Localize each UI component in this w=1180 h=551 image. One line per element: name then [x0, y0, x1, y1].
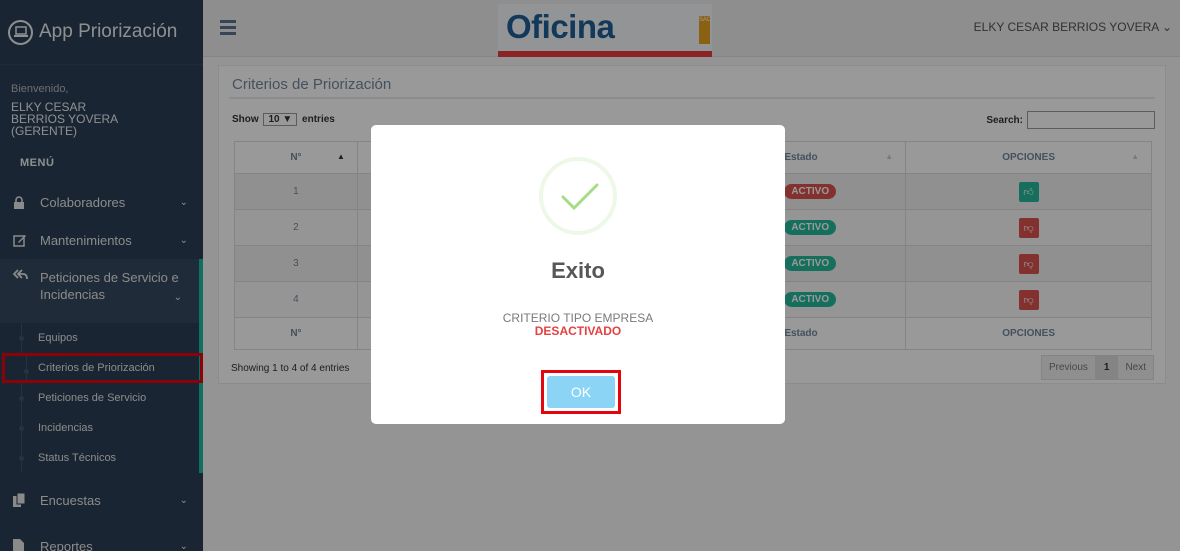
success-modal: Exito CRITERIO TIPO EMPRESA DESACTIVADO … [371, 125, 785, 424]
ok-button[interactable]: OK [547, 376, 615, 408]
ok-button-highlight: OK [541, 370, 621, 414]
modal-title: Exito [551, 258, 605, 283]
modal-message-status: DESACTIVADO [534, 324, 622, 338]
modal-message: CRITERIO TIPO EMPRESA DESACTIVADO [371, 312, 785, 338]
success-check-icon [539, 157, 617, 235]
